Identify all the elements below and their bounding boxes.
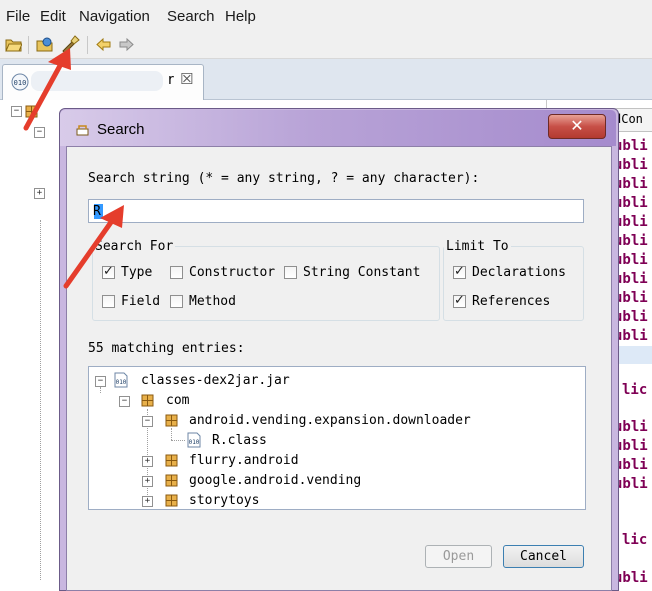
search-string-input[interactable]	[93, 202, 579, 220]
tree-node-class[interactable]: R.class	[212, 433, 267, 448]
package-icon	[25, 105, 38, 118]
tree-node-package[interactable]: android.vending.expansion.downloader	[189, 413, 471, 428]
code-keyword: ubli	[614, 438, 648, 454]
toolbar	[0, 32, 652, 59]
string-constant-label: String Constant	[303, 265, 421, 280]
code-keyword: lic	[622, 382, 648, 398]
tree-collapse-icon[interactable]: −	[119, 396, 130, 407]
search-for-legend: Search For	[95, 239, 174, 254]
menu-edit[interactable]: Edit	[40, 8, 66, 25]
code-keyword: ubli	[614, 309, 648, 325]
tab-title-fragment: r	[168, 72, 174, 88]
field-checkbox[interactable]	[102, 295, 115, 308]
dialog-close-button[interactable]: ✕	[548, 114, 606, 139]
package-icon	[165, 454, 178, 467]
method-label: Method	[189, 294, 236, 309]
constructor-label: Constructor	[189, 265, 276, 280]
open-folder-icon[interactable]	[5, 37, 22, 52]
tree-node-package[interactable]: google.android.vending	[189, 473, 361, 488]
toolbar-separator	[87, 36, 88, 54]
tree-node-com[interactable]: com	[166, 393, 189, 408]
menu-file[interactable]: File	[6, 8, 30, 25]
toolbar-separator	[28, 36, 29, 54]
file-tab[interactable]: 010 r ☒	[2, 64, 204, 101]
tree-collapse-icon[interactable]: −	[34, 127, 45, 138]
declarations-label: Declarations	[472, 265, 566, 280]
limit-to-legend: Limit To	[446, 239, 509, 254]
matching-entries-label: 55 matching entries:	[88, 341, 245, 356]
code-keyword: ubli	[614, 328, 648, 344]
code-keyword: ubli	[614, 157, 648, 173]
cancel-button[interactable]: Cancel	[503, 545, 584, 568]
code-keyword: ubli	[614, 570, 648, 586]
search-flashlight-icon[interactable]	[60, 35, 80, 53]
svg-text:010: 010	[189, 439, 200, 446]
jar-icon: 010	[114, 372, 128, 388]
open-database-icon[interactable]	[36, 37, 53, 52]
tree-expand-icon[interactable]: +	[142, 476, 153, 487]
code-keyword: ubli	[614, 290, 648, 306]
string-constant-checkbox[interactable]	[284, 266, 297, 279]
tree-expand-icon[interactable]: +	[34, 188, 45, 199]
package-icon	[165, 494, 178, 507]
type-checkbox[interactable]	[102, 264, 115, 279]
references-checkbox[interactable]	[453, 293, 466, 308]
code-keyword: ubli	[614, 138, 648, 154]
code-keyword: ubli	[614, 476, 648, 492]
tree-node-jar[interactable]: classes-dex2jar.jar	[141, 373, 290, 388]
open-button[interactable]: Open	[425, 545, 492, 568]
search-string-field[interactable]	[88, 199, 584, 223]
menu-navigation[interactable]: Navigation	[79, 8, 150, 25]
code-keyword: ubli	[614, 214, 648, 230]
code-keyword: lic	[622, 532, 648, 548]
code-keyword: ubli	[614, 176, 648, 192]
tree-node-package[interactable]: storytoys	[189, 493, 259, 508]
tree-guide-line	[40, 220, 42, 580]
class-file-icon: 010	[11, 73, 29, 91]
references-label: References	[472, 294, 551, 309]
tree-collapse-icon[interactable]: −	[11, 106, 22, 117]
code-keyword: ubli	[614, 419, 648, 435]
package-icon	[165, 414, 178, 427]
tree-collapse-icon[interactable]: −	[95, 376, 106, 387]
tree-guide-line	[171, 428, 173, 440]
tree-node-package[interactable]: flurry.android	[189, 453, 299, 468]
blurred-tab-title	[31, 71, 163, 91]
code-keyword: ubli	[614, 457, 648, 473]
declarations-checkbox[interactable]	[453, 264, 466, 279]
back-arrow-icon[interactable]	[95, 37, 112, 52]
menu-search[interactable]: Search	[167, 8, 215, 25]
code-keyword: ubli	[614, 233, 648, 249]
dialog-title: Search	[97, 121, 145, 138]
tab-close-icon[interactable]: ☒	[180, 70, 193, 88]
tree-guide-line	[171, 440, 185, 442]
code-keyword: ubli	[614, 252, 648, 268]
code-keyword: ubli	[614, 195, 648, 211]
class-file-icon: 010	[187, 432, 201, 448]
tree-expand-icon[interactable]: +	[142, 456, 153, 467]
method-checkbox[interactable]	[170, 295, 183, 308]
menu-bar: File Edit Navigation Search Help	[0, 0, 652, 32]
tree-guide-line	[100, 387, 102, 393]
code-keyword: ubli	[614, 271, 648, 287]
package-icon	[165, 474, 178, 487]
menu-help[interactable]: Help	[225, 8, 256, 25]
type-label: Type	[121, 265, 153, 280]
constructor-checkbox[interactable]	[170, 266, 183, 279]
tree-collapse-icon[interactable]: −	[142, 416, 153, 427]
package-icon	[141, 394, 154, 407]
search-string-label: Search string (* = any string, ? = any c…	[88, 171, 480, 186]
svg-text:010: 010	[14, 79, 27, 87]
field-label: Field	[121, 294, 161, 309]
svg-text:010: 010	[116, 379, 127, 386]
search-results-tree[interactable]: − 010 classes-dex2jar.jar − com − androi…	[88, 366, 586, 510]
tree-expand-icon[interactable]: +	[142, 496, 153, 507]
search-dialog-icon	[76, 125, 89, 136]
forward-arrow-icon[interactable]	[118, 37, 135, 52]
